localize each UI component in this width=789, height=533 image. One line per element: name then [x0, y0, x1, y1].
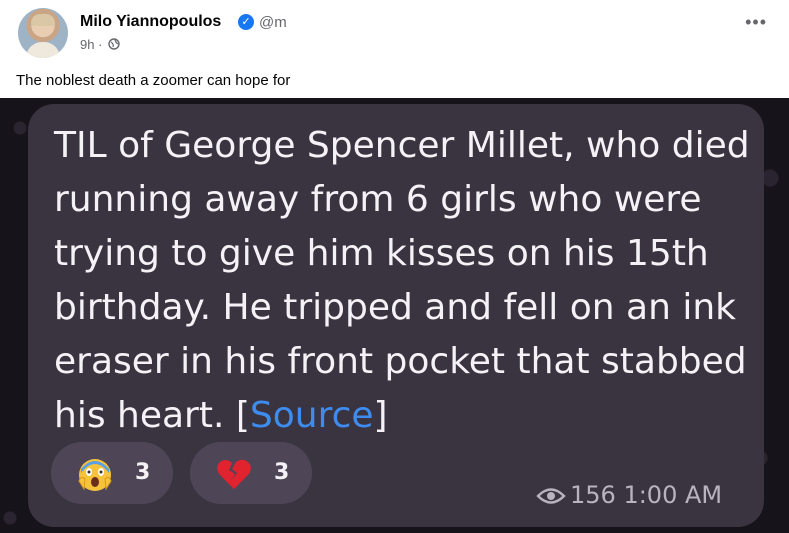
reaction-count: 3 — [135, 460, 151, 485]
post-time[interactable]: 9h — [80, 37, 94, 52]
meta-separator: · — [94, 37, 107, 52]
reaction-broken-heart[interactable]: 3 — [190, 442, 312, 504]
broken-heart-icon — [217, 459, 251, 489]
message-time: 1:00 AM — [623, 481, 723, 509]
message-text: TIL of George Spencer Millet, who died r… — [54, 119, 754, 443]
author-handle: @m — [259, 14, 287, 31]
globe-icon — [108, 38, 120, 50]
more-options-icon[interactable]: ••• — [745, 12, 767, 33]
avatar[interactable] — [18, 8, 68, 58]
message-body: TIL of George Spencer Millet, who died r… — [54, 125, 750, 436]
reaction-count: 3 — [274, 460, 290, 485]
eye-icon — [536, 488, 566, 504]
verified-badge-icon: ✓ — [238, 14, 254, 30]
reaction-scream[interactable]: 3 — [51, 442, 173, 504]
post-header: Milo Yiannopoulos ✓ @m 9h · ••• — [0, 0, 789, 66]
post-caption: The noblest death a zoomer can hope for — [16, 72, 291, 89]
scream-emoji-icon — [78, 459, 112, 491]
author-name[interactable]: Milo Yiannopoulos — [80, 13, 221, 31]
message-body-end: ] — [373, 395, 388, 436]
post-meta: 9h · — [80, 37, 120, 52]
view-count: 156 — [570, 481, 616, 509]
post-image[interactable]: TIL of George Spencer Millet, who died r… — [0, 98, 789, 533]
message-meta: 156 1:00 AM — [536, 481, 722, 509]
source-link[interactable]: Source — [250, 395, 374, 436]
